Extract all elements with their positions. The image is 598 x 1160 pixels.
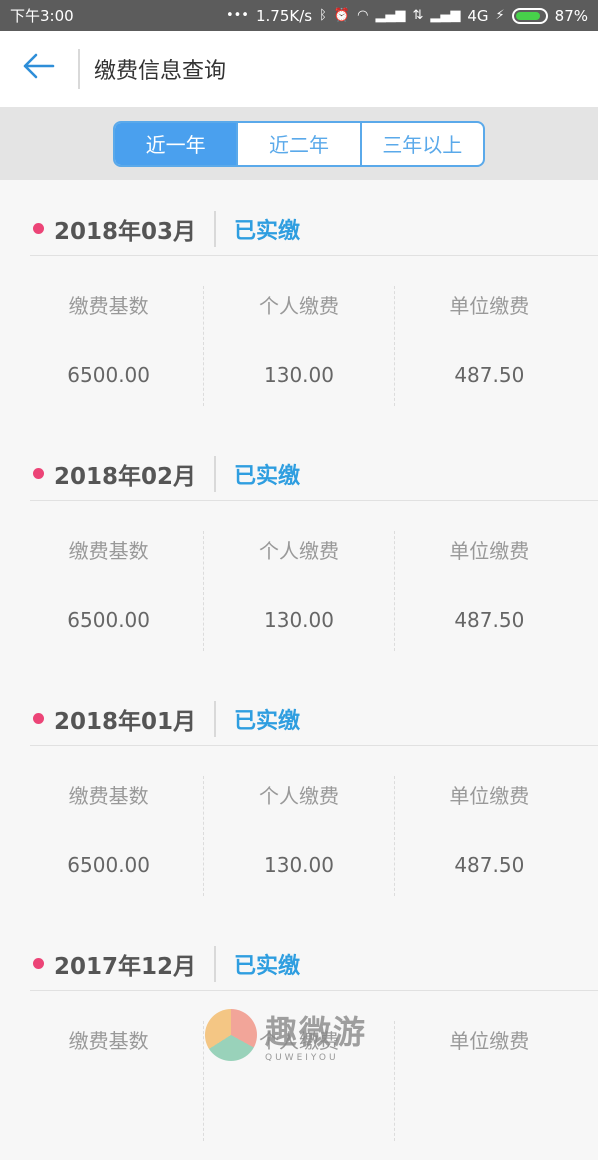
personal-value: 130.00 <box>264 853 334 877</box>
bullet-dot-icon <box>33 223 44 234</box>
record-status: 已实缴 <box>234 708 301 734</box>
personal-column: 个人缴费 130.00 <box>203 776 393 896</box>
employer-column: 单位缴费 487.50 <box>393 286 584 406</box>
record-header: 2018年02月 已实缴 <box>30 447 598 501</box>
personal-label: 个人缴费 <box>258 294 339 318</box>
employer-column: 单位缴费 487.50 <box>393 776 584 896</box>
base-column: 缴费基数 6500.00 <box>14 531 203 651</box>
app-header: 缴费信息查询 <box>0 31 598 107</box>
status-time: 下午3:00 <box>10 7 74 25</box>
tab-last-two-years[interactable]: 近二年 <box>236 122 359 165</box>
dots-icon: ••• <box>225 8 249 23</box>
record-status: 已实缴 <box>234 218 301 244</box>
battery-fill <box>515 11 541 20</box>
arrow-left-icon <box>22 49 56 89</box>
page-title: 缴费信息查询 <box>94 59 227 84</box>
watermark-icon <box>205 1009 257 1061</box>
signal-icon: ▂▄▆ <box>375 8 406 23</box>
battery-percent: 87% <box>554 6 588 25</box>
signal-icon-2: ▂▄▆ <box>430 8 461 23</box>
personal-value: 130.00 <box>264 363 334 387</box>
bullet-dot-icon <box>33 958 44 969</box>
base-label: 缴费基数 <box>68 1029 149 1053</box>
personal-label: 个人缴费 <box>258 784 339 808</box>
employer-column: 单位缴费 487.50 <box>393 531 584 651</box>
record-header: 2018年03月 已实缴 <box>30 202 598 256</box>
base-column: 缴费基数 <box>14 1021 203 1141</box>
base-column: 缴费基数 6500.00 <box>14 776 203 896</box>
bullet-dot-icon <box>33 713 44 724</box>
base-value: 6500.00 <box>67 853 151 877</box>
base-label: 缴费基数 <box>68 539 149 563</box>
record-month: 2017年12月 <box>54 953 197 980</box>
employer-value: 487.50 <box>454 853 525 877</box>
employer-value: 487.50 <box>454 363 525 387</box>
record-header: 2018年01月 已实缴 <box>30 692 598 746</box>
base-label: 缴费基数 <box>68 294 149 318</box>
base-value: 6500.00 <box>67 608 151 632</box>
network-speed: 1.75K/s <box>255 6 313 25</box>
employer-label: 单位缴费 <box>449 1029 530 1053</box>
record-status: 已实缴 <box>234 953 301 979</box>
record-month: 2018年03月 <box>54 218 197 245</box>
base-column: 缴费基数 6500.00 <box>14 286 203 406</box>
wifi-icon: ◠ <box>357 8 369 23</box>
back-button[interactable] <box>0 31 78 107</box>
employer-column: 单位缴费 <box>393 1021 584 1141</box>
payment-record: 2018年03月 已实缴 缴费基数 6500.00 个人缴费 130.00 单位… <box>0 180 598 425</box>
watermark-subtext: QUWEIYOU <box>265 1053 339 1063</box>
base-value: 6500.00 <box>67 363 151 387</box>
record-values: 缴费基数 6500.00 个人缴费 130.00 单位缴费 487.50 <box>14 286 584 406</box>
tab-last-year[interactable]: 近一年 <box>115 122 237 165</box>
base-label: 缴费基数 <box>68 784 149 808</box>
bullet-dot-icon <box>33 468 44 479</box>
personal-value: 130.00 <box>264 608 334 632</box>
record-values: 缴费基数 6500.00 个人缴费 130.00 单位缴费 487.50 <box>14 776 584 896</box>
payment-record: 2018年01月 已实缴 缴费基数 6500.00 个人缴费 130.00 单位… <box>0 670 598 915</box>
watermark-text: 趣微游 <box>265 1013 368 1051</box>
personal-label: 个人缴费 <box>258 539 339 563</box>
employer-label: 单位缴费 <box>449 539 530 563</box>
network-type: 4G <box>467 6 489 25</box>
record-header: 2017年12月 已实缴 <box>30 937 598 991</box>
personal-column: 个人缴费 130.00 <box>203 286 393 406</box>
period-segmented-control: 近一年 近二年 三年以上 <box>113 120 485 167</box>
payment-record: 2018年02月 已实缴 缴费基数 6500.00 个人缴费 130.00 单位… <box>0 425 598 670</box>
employer-value: 487.50 <box>454 608 525 632</box>
personal-column: 个人缴费 130.00 <box>203 531 393 651</box>
battery-icon <box>511 7 548 24</box>
tab-three-plus-years[interactable]: 三年以上 <box>359 122 483 165</box>
employer-label: 单位缴费 <box>449 294 530 318</box>
employer-label: 单位缴费 <box>449 784 530 808</box>
record-divider <box>214 700 217 737</box>
record-divider <box>214 455 217 492</box>
bluetooth-icon: ᛒ <box>319 8 327 23</box>
record-divider <box>214 945 217 982</box>
record-month: 2018年02月 <box>54 463 197 490</box>
data-arrows-icon: ⇅ <box>412 8 424 23</box>
record-values: 缴费基数 6500.00 个人缴费 130.00 单位缴费 487.50 <box>14 531 584 651</box>
watermark-logo: 趣微游 QUWEIYOU <box>205 1005 395 1065</box>
status-bar: 下午3:00 ••• 1.75K/s ᛒ ⏰ ◠ ▂▄▆ ⇅ ▂▄▆ 4G ⚡ … <box>0 0 598 31</box>
charging-icon: ⚡ <box>495 8 505 23</box>
record-divider <box>214 210 217 247</box>
filter-bar: 近一年 近二年 三年以上 <box>0 107 598 180</box>
alarm-icon: ⏰ <box>333 8 351 23</box>
record-month: 2018年01月 <box>54 708 197 735</box>
record-status: 已实缴 <box>234 463 301 489</box>
